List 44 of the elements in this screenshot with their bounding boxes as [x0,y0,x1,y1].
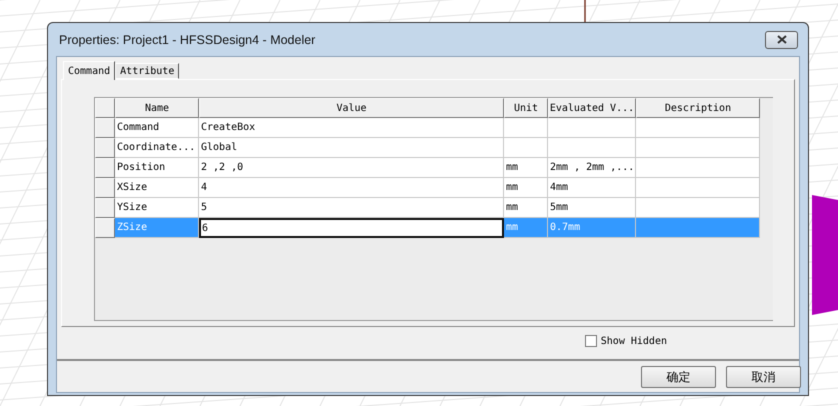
row-header[interactable] [95,218,115,238]
cancel-button[interactable]: 取消 [726,366,801,388]
row-header[interactable] [95,138,115,158]
table-cell: CreateBox [199,118,504,138]
table-cell: 2mm , 2mm ,... [548,158,636,178]
column-header[interactable]: Description [636,98,760,118]
checkbox-label: Show Hidden [600,336,667,346]
table-cell: Position [115,158,199,178]
close-button[interactable] [765,30,798,48]
column-header[interactable]: Unit [504,98,548,118]
table-cell: 2 ,2 ,0 [199,158,504,178]
column-header[interactable]: Evaluated V... [548,98,636,118]
checkbox[interactable] [584,335,597,347]
table-cell: 5 [199,198,504,218]
table-cell: mm [504,178,548,198]
table-cell: mm [504,218,548,238]
value-input-field[interactable]: 6 [199,218,504,238]
table-cell: mm [504,158,548,178]
window-title: Properties: Project1 - HFSSDesign4 - Modeler [58,32,316,46]
row-header[interactable] [95,118,115,138]
row-header[interactable] [95,178,115,198]
table-cell: YSize [115,198,199,218]
column-header[interactable]: Value [199,98,504,118]
table-cell: XSize [115,178,199,198]
table-cell [504,118,548,138]
table-cell [504,138,548,158]
ok-button[interactable]: 确定 [641,366,716,388]
tab[interactable]: Command [63,61,116,80]
column-header[interactable]: Name [115,98,199,118]
corner-header[interactable] [95,98,115,118]
row-header[interactable] [95,158,115,178]
axis-line [584,0,586,22]
table-cell: 4mm [548,178,636,198]
table-cell: 0.7mm [548,218,636,238]
table-cell: Global [199,138,504,158]
row-header[interactable] [95,198,115,218]
table-cell: mm [504,198,548,218]
table-cell: 5mm [548,198,636,218]
table-cell: Command [115,118,199,138]
table-cell: 4 [199,178,504,198]
table-cell: ZSize [115,218,199,238]
close-icon [776,35,786,44]
table-cell: Coordinate... [115,138,199,158]
tab[interactable]: Attribute [115,63,180,79]
